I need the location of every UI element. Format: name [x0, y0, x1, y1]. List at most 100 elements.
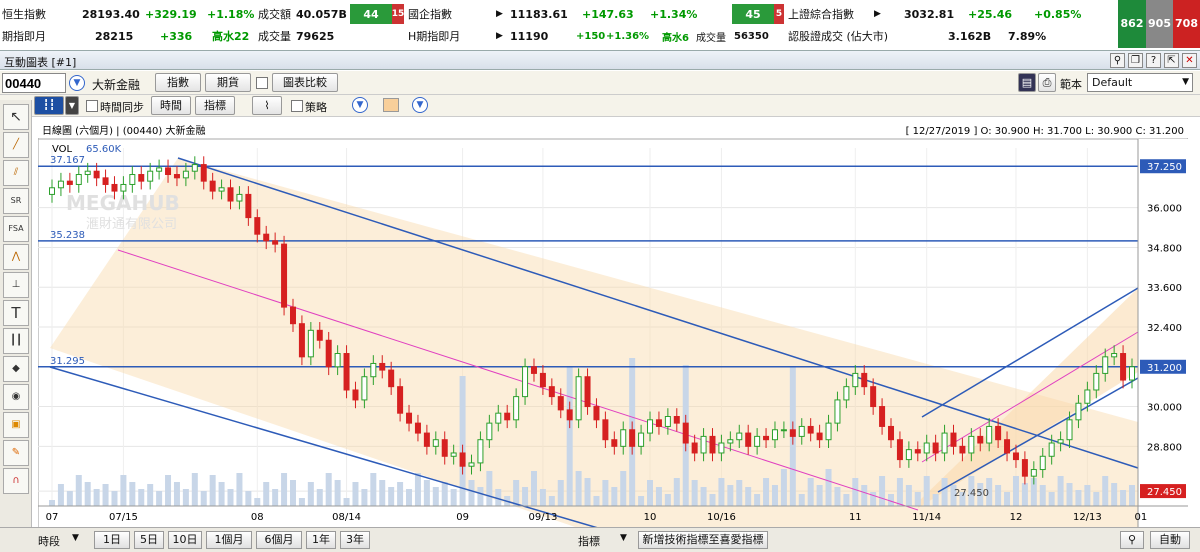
hscei-value: 11183.61	[510, 7, 568, 21]
period-button-6[interactable]: 3年	[340, 531, 370, 549]
breadth-flat-box: 905	[1146, 0, 1173, 48]
level-icon[interactable]: ⊥	[3, 272, 29, 298]
sync-checkbox[interactable]	[86, 100, 98, 112]
candle-body	[584, 376, 591, 408]
candle-body	[789, 429, 796, 437]
hline-label-0: 37.167	[50, 155, 85, 166]
add-indicator-button[interactable]: 新增技術指標至喜愛指標	[638, 531, 768, 549]
volume-bar	[941, 478, 948, 506]
compare-checkbox[interactable]	[256, 77, 268, 89]
indicator-dropdown-icon[interactable]: ▼	[620, 533, 627, 543]
trendline-icon[interactable]: ╱	[3, 132, 29, 158]
breadth-up-box: 862	[1118, 0, 1146, 48]
restore-icon[interactable]: ❐	[1128, 53, 1143, 68]
candle-body	[361, 376, 368, 401]
index-button[interactable]: 指數	[155, 73, 201, 92]
x-tick-label: 01	[1135, 512, 1148, 523]
period-button-5[interactable]: 1年	[306, 531, 336, 549]
x-tick-label: 08	[251, 512, 264, 523]
volume-bar	[798, 494, 805, 506]
candle-body	[968, 435, 975, 454]
fibonacci-icon[interactable]: ⋀	[3, 244, 29, 270]
chart-svg[interactable]: 日線圖 (六個月) | (00440) 大新金融 [ 12/27/2019 ] O…	[38, 122, 1188, 528]
strategy-dropdown-icon[interactable]: ▼	[352, 97, 368, 113]
pencil-icon[interactable]: ✎	[3, 440, 29, 466]
candle-body	[602, 419, 609, 441]
detach-icon[interactable]: ⇱	[1164, 53, 1179, 68]
hsi-value: 28193.40	[82, 7, 140, 21]
period-button-4[interactable]: 6個月	[256, 531, 302, 549]
eye-icon[interactable]: ◉	[3, 384, 29, 410]
color-dropdown-icon[interactable]: ▼	[412, 97, 428, 113]
multi-line-icon[interactable]: ┃┃	[3, 328, 29, 354]
period-dropdown-icon[interactable]: ▼	[72, 533, 79, 543]
hsi-fut-label: 期指即月	[2, 30, 46, 43]
candle-body	[673, 416, 680, 424]
candle-body	[798, 425, 805, 437]
cursor-arrow-icon[interactable]: ↖	[3, 104, 29, 130]
symbol-input[interactable]	[2, 73, 66, 93]
candle-body	[1030, 469, 1037, 477]
volume-bar	[1111, 483, 1118, 506]
link-icon[interactable]: ⚲	[1110, 53, 1125, 68]
sr-tool-icon[interactable]: SR	[3, 188, 29, 214]
period-button-2[interactable]: 10日	[168, 531, 202, 549]
price-chart[interactable]: 日線圖 (六個月) | (00440) 大新金融 [ 12/27/2019 ] O…	[38, 122, 1188, 528]
magnet-icon[interactable]: ∩	[3, 468, 29, 494]
color-swatch[interactable]	[383, 98, 399, 112]
template-select[interactable]: Default ▼	[1087, 73, 1193, 92]
period-button-0[interactable]: 1日	[94, 531, 130, 549]
volume-bar	[647, 480, 654, 506]
text-tool-icon[interactable]: T	[3, 300, 29, 326]
candle-body	[93, 170, 100, 179]
compare-button[interactable]: 圖表比較	[272, 73, 338, 92]
print-icon[interactable]: ⎙	[1038, 73, 1056, 92]
candle-body	[879, 406, 886, 427]
time-button[interactable]: 時間	[151, 96, 191, 115]
warrant-label: 認股證成交 (佔大市)	[788, 30, 889, 43]
volume-bar	[93, 489, 100, 506]
x-tick-label: 10	[644, 512, 657, 523]
hscei-fut-vol-label: 成交量	[696, 32, 726, 44]
volume-bar	[664, 494, 671, 506]
candle-body	[200, 164, 207, 182]
auto-button[interactable]: 自動	[1150, 531, 1190, 549]
candle-body	[370, 362, 377, 378]
candle-body	[727, 439, 734, 444]
volume-bar	[406, 489, 413, 506]
chart-type-icon[interactable]: ┇┇	[34, 96, 64, 115]
period-button-3[interactable]: 1個月	[206, 531, 252, 549]
volume-bar	[281, 473, 288, 506]
volume-bar	[307, 482, 314, 506]
save-icon[interactable]: ▤	[1018, 73, 1036, 92]
period-button-1[interactable]: 5日	[134, 531, 164, 549]
strategy-checkbox[interactable]	[291, 100, 303, 112]
lock-icon[interactable]: ▣	[3, 412, 29, 438]
candle-body	[397, 386, 404, 414]
help-icon[interactable]: ?	[1146, 53, 1161, 68]
volume-bar	[263, 482, 270, 506]
candle-body	[316, 329, 323, 341]
volume-bar	[218, 482, 225, 506]
close-icon[interactable]: ✕	[1182, 53, 1197, 68]
candle-body	[49, 187, 55, 195]
candle-body	[57, 180, 64, 189]
volume-bar	[843, 494, 850, 506]
futures-button[interactable]: 期貨	[205, 73, 251, 92]
volume-bar	[620, 471, 627, 506]
candle-body	[298, 323, 305, 358]
channel-icon[interactable]: ⫽	[3, 160, 29, 186]
chart-type-dropdown-icon[interactable]: ▼	[65, 96, 79, 115]
zoom-button[interactable]: ⚲	[1120, 531, 1144, 549]
volume-bar	[254, 498, 261, 506]
symbol-dropdown-icon[interactable]: ▼	[69, 75, 85, 91]
volume-bar	[156, 491, 163, 506]
indicator-button[interactable]: 指標	[195, 96, 235, 115]
line-chart-icon[interactable]: ⌇	[252, 96, 282, 115]
eraser-icon[interactable]: ◆	[3, 356, 29, 382]
candle-body	[932, 442, 939, 454]
volume-bar	[548, 496, 555, 506]
price-tag-1: 31.200	[1147, 363, 1182, 374]
fsa-tool-icon[interactable]: FSA	[3, 216, 29, 242]
volume-bar	[423, 480, 430, 506]
